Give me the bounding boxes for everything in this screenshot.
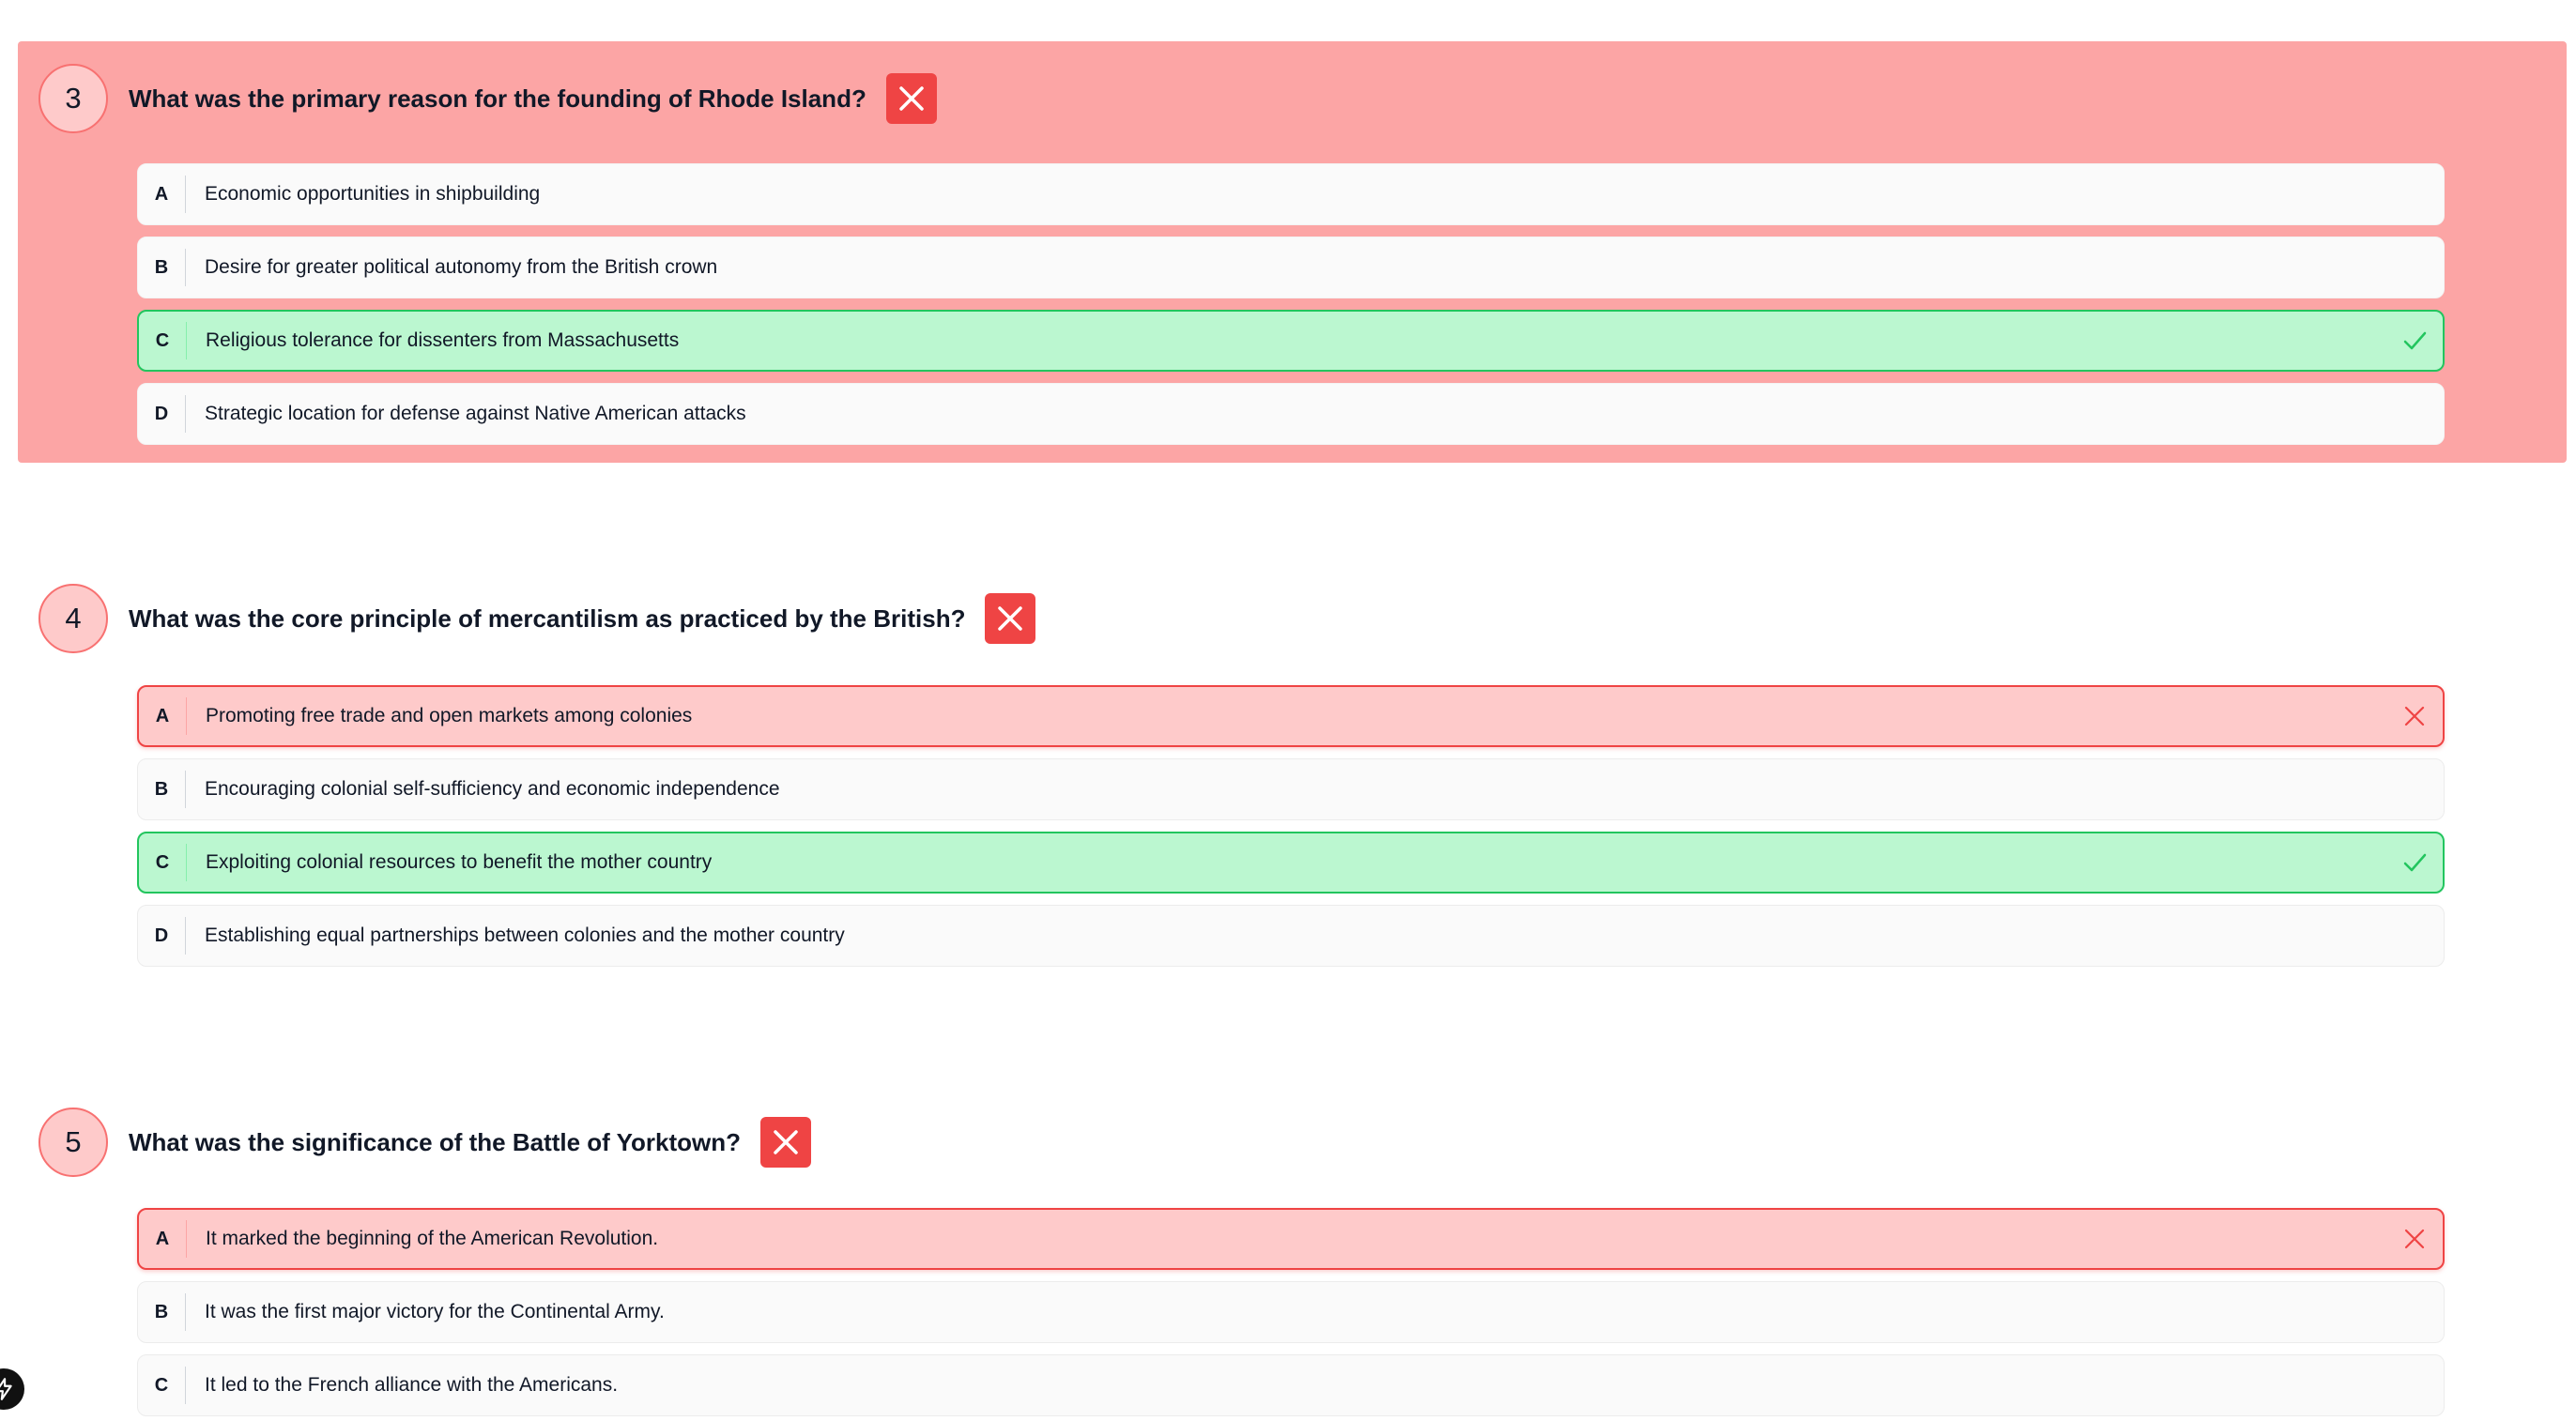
question-card-4: 4 What was the core principle of mercant…: [18, 563, 2567, 976]
option-letter: D: [138, 395, 186, 433]
question-card-5: 5 What was the significance of the Battl…: [18, 1086, 2567, 1421]
option-a[interactable]: A Economic opportunities in shipbuilding: [137, 163, 2445, 225]
option-d[interactable]: D Strategic location for defense against…: [137, 383, 2445, 445]
option-letter: A: [139, 697, 187, 735]
option-text: Establishing equal partnerships between …: [205, 924, 845, 946]
option-text: It led to the French alliance with the A…: [205, 1374, 619, 1396]
option-c[interactable]: C It led to the French alliance with the…: [137, 1354, 2445, 1416]
close-icon: [899, 86, 924, 111]
question-number: 3: [38, 64, 108, 133]
option-a[interactable]: A Promoting free trade and open markets …: [137, 685, 2445, 747]
incorrect-status-badge: [885, 73, 937, 124]
wrong-mark: [2401, 1226, 2428, 1252]
option-letter: A: [138, 176, 186, 213]
option-letter: B: [138, 1293, 186, 1331]
correct-mark: [2401, 849, 2428, 876]
bolt-icon: [0, 1378, 12, 1400]
incorrect-status-badge: [760, 1117, 811, 1168]
option-letter: D: [138, 917, 186, 955]
question-header: 5 What was the significance of the Battl…: [38, 1107, 811, 1178]
option-text: Exploiting colonial resources to benefit…: [206, 851, 713, 873]
option-a[interactable]: A It marked the beginning of the America…: [137, 1208, 2445, 1270]
option-text: Strategic location for defense against N…: [205, 403, 746, 424]
option-letter: C: [139, 322, 187, 359]
question-number: 4: [38, 584, 108, 653]
close-icon: [998, 606, 1023, 631]
option-text: It marked the beginning of the American …: [206, 1228, 659, 1249]
close-icon: [2404, 1229, 2425, 1249]
check-icon: [2403, 331, 2427, 350]
question-number: 5: [38, 1108, 108, 1177]
option-letter: B: [138, 771, 186, 808]
option-text: Economic opportunities in shipbuilding: [205, 183, 541, 205]
incorrect-status-badge: [985, 593, 1036, 644]
quiz-results-page: 3 What was the primary reason for the fo…: [0, 0, 2576, 1421]
option-letter: C: [138, 1367, 186, 1404]
option-b[interactable]: B It was the first major victory for the…: [137, 1281, 2445, 1343]
check-icon: [2403, 853, 2427, 872]
question-text: What was the significance of the Battle …: [129, 1127, 741, 1156]
option-d[interactable]: D Establishing equal partnerships betwee…: [137, 905, 2445, 967]
close-icon: [2404, 706, 2425, 726]
option-letter: A: [139, 1220, 187, 1258]
option-letter: B: [138, 249, 186, 286]
question-text: What was the core principle of mercantil…: [129, 604, 966, 633]
question-card-3: 3 What was the primary reason for the fo…: [18, 41, 2567, 463]
option-b[interactable]: B Encouraging colonial self-sufficiency …: [137, 758, 2445, 820]
option-text: Encouraging colonial self-sufficiency an…: [205, 778, 780, 800]
wrong-mark: [2401, 703, 2428, 729]
option-c[interactable]: C Exploiting colonial resources to benef…: [137, 832, 2445, 894]
option-letter: C: [139, 844, 187, 881]
option-text: It was the first major victory for the C…: [205, 1301, 665, 1322]
options-list: A Economic opportunities in shipbuilding…: [137, 163, 2445, 456]
option-b[interactable]: B Desire for greater political autonomy …: [137, 237, 2445, 298]
options-list: A Promoting free trade and open markets …: [137, 685, 2445, 978]
option-text: Promoting free trade and open markets am…: [206, 705, 693, 726]
question-text: What was the primary reason for the foun…: [129, 84, 866, 113]
question-header: 3 What was the primary reason for the fo…: [38, 63, 937, 134]
options-list: A It marked the beginning of the America…: [137, 1208, 2445, 1421]
correct-mark: [2401, 328, 2428, 354]
question-header: 4 What was the core principle of mercant…: [38, 583, 1036, 654]
option-text: Religious tolerance for dissenters from …: [206, 329, 680, 351]
option-text: Desire for greater political autonomy fr…: [205, 256, 718, 278]
option-c[interactable]: C Religious tolerance for dissenters fro…: [137, 310, 2445, 372]
close-icon: [774, 1130, 798, 1154]
